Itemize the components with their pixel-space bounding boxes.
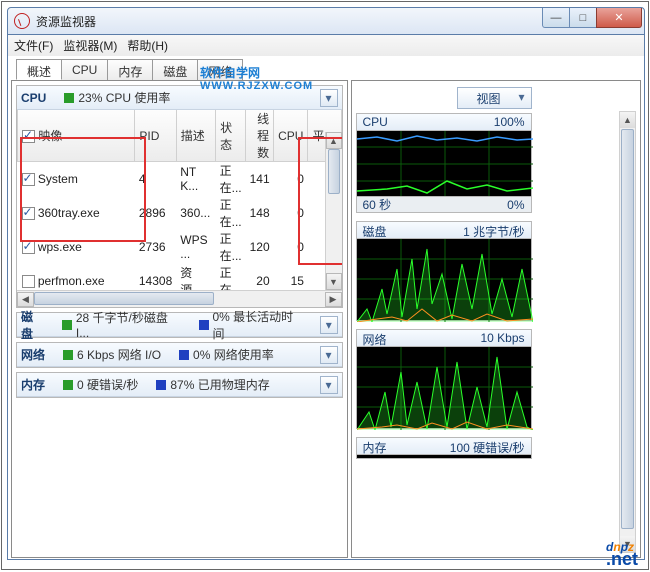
tab-network[interactable]: 网络 [197, 59, 243, 80]
net-metric1: 6 Kbps 网络 I/O [77, 346, 161, 363]
tabs: 概述 CPU 内存 磁盘 网络 [16, 59, 242, 80]
chart-foot-l: 60 秒 [363, 196, 392, 213]
net-legend1-icon [63, 350, 73, 360]
chart-foot-r: 0% [507, 198, 524, 212]
chart-max: 1 兆字节/秒 [463, 223, 524, 238]
table-hscrollbar[interactable]: ◀ ▶ [17, 290, 342, 307]
row-checkbox[interactable] [22, 275, 35, 288]
cpu-usage-label: 23% CPU 使用率 [78, 89, 170, 106]
window-title: 资源监视器 [36, 13, 543, 30]
table-row[interactable]: System4NT K...正在...1410 [18, 162, 342, 197]
disk-metric1: 28 千字节/秒磁盘 I... [76, 309, 181, 340]
table-header-row: 映像 PID 描述 状态 线程数 CPU 平… [18, 110, 342, 162]
cpu-legend-icon [64, 93, 74, 103]
mem-expand-button[interactable]: ▾ [320, 376, 338, 394]
cpu-chart: CPU 100% 60 秒 0% [356, 113, 532, 213]
row-checkbox[interactable] [22, 207, 35, 220]
close-button[interactable]: ✕ [596, 8, 642, 28]
disk-title: 磁盘 [21, 308, 44, 342]
net-chart-svg [357, 347, 533, 430]
disk-legend2-icon [199, 320, 209, 330]
scroll-up-icon[interactable]: ▲ [326, 132, 342, 149]
chart-title: CPU [363, 115, 388, 130]
scroll-right-icon[interactable]: ▶ [325, 292, 342, 307]
menu-help[interactable]: 帮助(H) [127, 37, 168, 54]
table-row[interactable]: 360tray.exe2896360...正在...1480 [18, 196, 342, 230]
scroll-down-icon[interactable]: ▼ [326, 273, 342, 290]
col-desc[interactable]: 描述 [176, 110, 215, 162]
tab-overview[interactable]: 概述 [16, 59, 62, 80]
right-panel: 视图 CPU 100% 60 秒 0% 磁盘 1 兆字节/秒 [351, 80, 642, 558]
row-checkbox[interactable] [22, 173, 35, 186]
col-status[interactable]: 状态 [216, 110, 246, 162]
network-chart: 网络 10 Kbps [356, 329, 532, 429]
mem-metric2: 87% 已用物理内存 [170, 376, 269, 393]
disk-metric2: 0% 最长活动时间 [213, 308, 303, 342]
right-vscrollbar[interactable]: ▲ ▼ [619, 111, 636, 553]
table-vscrollbar[interactable]: ▲ ▼ [325, 132, 342, 290]
process-table: 映像 PID 描述 状态 线程数 CPU 平… System4NT K...正在… [17, 110, 342, 290]
chart-title: 网络 [363, 331, 387, 346]
chart-max: 100 硬错误/秒 [450, 439, 525, 454]
menu-monitor[interactable]: 监视器(M) [63, 37, 117, 54]
tab-disk[interactable]: 磁盘 [152, 59, 198, 80]
row-checkbox[interactable] [22, 241, 35, 254]
maximize-button[interactable]: □ [569, 8, 597, 28]
scroll-left-icon[interactable]: ◀ [17, 292, 34, 307]
network-section: 网络 6 Kbps 网络 I/O 0% 网络使用率 ▾ [16, 342, 343, 368]
col-cpu[interactable]: CPU [274, 110, 308, 162]
mem-legend2-icon [156, 380, 166, 390]
chart-title: 内存 [363, 439, 387, 454]
net-metric2: 0% 网络使用率 [193, 346, 274, 363]
left-panel: CPU 23% CPU 使用率 ▾ 映像 PID 描述 状态 线程数 [11, 80, 348, 558]
net-expand-button[interactable]: ▾ [320, 346, 338, 364]
cpu-title: CPU [21, 91, 46, 105]
scroll-thumb[interactable] [328, 149, 340, 194]
chart-max: 10 Kbps [480, 331, 524, 346]
col-pid[interactable]: PID [135, 110, 176, 162]
cpu-section: CPU 23% CPU 使用率 ▾ 映像 PID 描述 状态 线程数 [16, 85, 343, 308]
header-checkbox[interactable] [22, 130, 35, 143]
table-row[interactable]: wps.exe2736WPS ...正在...1200 [18, 230, 342, 264]
memory-section: 内存 0 硬错误/秒 87% 已用物理内存 ▾ [16, 372, 343, 398]
hscroll-thumb[interactable] [34, 292, 214, 305]
chart-title: 磁盘 [363, 223, 387, 238]
disk-section: 磁盘 28 千字节/秒磁盘 I... 0% 最长活动时间 ▾ [16, 312, 343, 338]
disk-legend1-icon [62, 320, 72, 330]
cpu-chart-svg [357, 131, 533, 198]
mem-legend1-icon [63, 380, 73, 390]
app-icon [14, 13, 30, 29]
col-threads[interactable]: 线程数 [246, 110, 274, 162]
scroll-thumb[interactable] [621, 129, 634, 529]
mem-metric1: 0 硬错误/秒 [77, 376, 138, 393]
col-image[interactable]: 映像 [18, 110, 135, 162]
titlebar[interactable]: 资源监视器 — □ ✕ [7, 7, 645, 35]
cpu-collapse-button[interactable]: ▾ [320, 89, 338, 107]
menubar: 文件(F) 监视器(M) 帮助(H) [7, 35, 645, 56]
mem-title: 内存 [21, 376, 45, 393]
tab-cpu[interactable]: CPU [61, 59, 108, 80]
view-dropdown[interactable]: 视图 [457, 87, 531, 109]
chart-max: 100% [494, 115, 525, 130]
disk-expand-button[interactable]: ▾ [320, 316, 337, 334]
menu-file[interactable]: 文件(F) [14, 37, 53, 54]
disk-chart: 磁盘 1 兆字节/秒 [356, 221, 532, 321]
watermark-dnpz: dnpz .net [606, 525, 638, 570]
table-row[interactable]: perfmon.exe14308资源...正在...2015 [18, 264, 342, 290]
tab-memory[interactable]: 内存 [107, 59, 153, 80]
net-legend2-icon [179, 350, 189, 360]
disk-chart-svg [357, 239, 533, 322]
scroll-up-icon[interactable]: ▲ [620, 112, 635, 128]
net-title: 网络 [21, 346, 45, 363]
minimize-button[interactable]: — [542, 8, 570, 28]
memory-chart: 内存 100 硬错误/秒 [356, 437, 532, 459]
